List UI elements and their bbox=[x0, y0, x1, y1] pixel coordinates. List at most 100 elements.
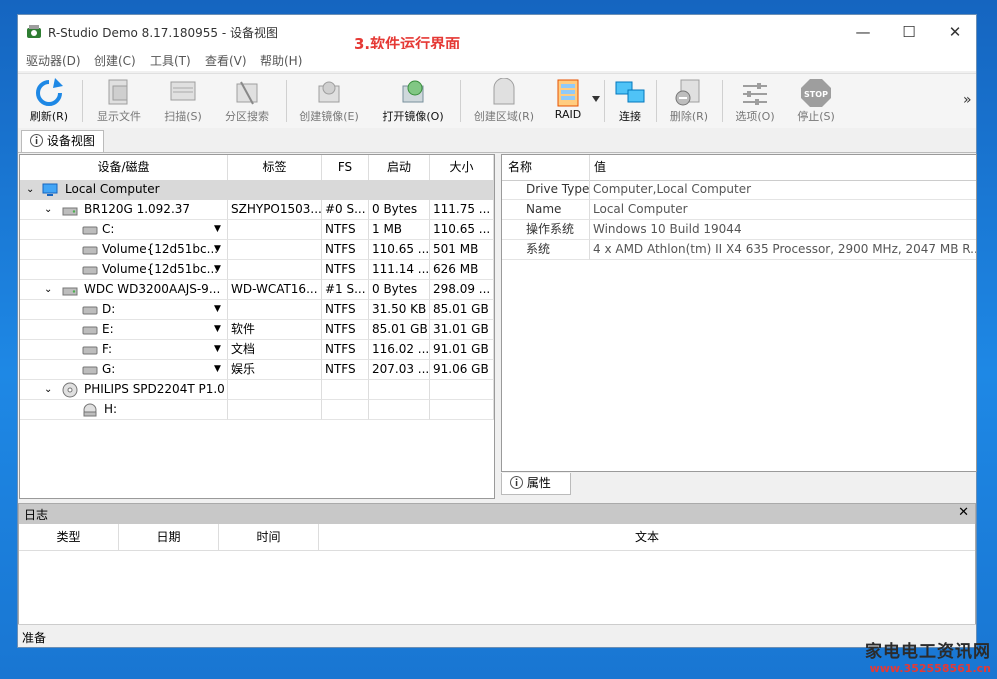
fs-cell: #0 S... bbox=[322, 200, 369, 220]
tab-properties[interactable]: 属性 bbox=[501, 473, 571, 495]
tree-row-volume[interactable]: H: bbox=[20, 400, 494, 420]
tree-row-volume[interactable]: E: ▼ 软件 NTFS 85.01 GB 31.01 GB bbox=[20, 320, 494, 340]
tab-properties-label: 属性 bbox=[526, 476, 551, 490]
menu-help[interactable]: 帮助(H) bbox=[260, 52, 302, 69]
col-log-text[interactable]: 文本 bbox=[319, 524, 975, 550]
fs-cell bbox=[322, 400, 369, 420]
property-row[interactable]: 系统 4 x AMD Athlon(tm) II X4 635 Processo… bbox=[502, 240, 976, 260]
device-name: C: bbox=[102, 222, 115, 236]
label-cell: 软件 bbox=[228, 320, 322, 340]
scan-label: 扫描(S) bbox=[164, 110, 202, 123]
collapse-chevron-icon[interactable]: ⌄ bbox=[44, 280, 52, 299]
device-name: H: bbox=[104, 402, 118, 416]
log-close-button[interactable]: ✕ bbox=[958, 505, 969, 520]
optical-drive-icon bbox=[83, 403, 97, 417]
title-bar[interactable]: R-Studio Demo 8.17.180955 - 设备视图 3.软件运行界… bbox=[18, 15, 978, 53]
col-prop-value[interactable]: 值 bbox=[590, 155, 976, 180]
property-row[interactable]: 操作系统 Windows 10 Build 19044 bbox=[502, 220, 976, 240]
options-label: 选项(O) bbox=[735, 110, 775, 123]
size-cell: 626 MB bbox=[430, 260, 494, 280]
minimize-button[interactable]: — bbox=[840, 15, 886, 49]
refresh-button[interactable]: 刷新(R) bbox=[24, 76, 74, 126]
hard-disk-icon bbox=[62, 287, 78, 296]
raid-dropdown-icon[interactable] bbox=[592, 96, 600, 102]
tree-row-volume[interactable]: D: ▼ NTFS 31.50 KB 85.01 GB bbox=[20, 300, 494, 320]
row-dropdown-icon[interactable]: ▼ bbox=[214, 300, 221, 319]
log-grid-header: 类型 日期 时间 文本 bbox=[19, 524, 975, 551]
delete-label: 删除(R) bbox=[669, 110, 709, 123]
connect-button[interactable]: 连接 bbox=[610, 76, 650, 126]
tree-row-disk[interactable]: ⌄ PHILIPS SPD2204T P1.0 bbox=[20, 380, 494, 400]
menu-drives[interactable]: 驱动器(D) bbox=[26, 52, 81, 69]
col-label[interactable]: 标签 bbox=[228, 155, 322, 180]
scan-button[interactable]: 扫描(S) bbox=[156, 76, 210, 126]
collapse-chevron-icon[interactable]: ⌄ bbox=[26, 180, 34, 199]
tree-row-volume[interactable]: G: ▼ 娱乐 NTFS 207.03 ... 91.06 GB bbox=[20, 360, 494, 380]
property-row[interactable]: Drive Type Computer,Local Computer bbox=[502, 180, 976, 200]
row-dropdown-icon[interactable]: ▼ bbox=[214, 240, 221, 259]
tree-row-disk[interactable]: ⌄ WDC WD3200AAJS-9... WD-WCAT16... #1 S.… bbox=[20, 280, 494, 300]
property-value: Computer,Local Computer bbox=[590, 180, 976, 200]
row-dropdown-icon[interactable]: ▼ bbox=[214, 260, 221, 279]
view-tabstrip: 设备视图 bbox=[18, 128, 976, 153]
fs-cell: NTFS bbox=[322, 300, 369, 320]
col-log-time[interactable]: 时间 bbox=[219, 524, 319, 550]
device-name: Volume{12d51bc... bbox=[102, 262, 219, 276]
row-dropdown-icon[interactable]: ▼ bbox=[214, 320, 221, 339]
stop-button[interactable]: STOP 停止(S) bbox=[790, 76, 842, 126]
open-image-button[interactable]: 打开镜像(O) bbox=[376, 76, 450, 126]
create-region-button[interactable]: 创建区域(R) bbox=[468, 76, 540, 126]
size-cell: 31.01 GB bbox=[430, 320, 494, 340]
col-prop-name[interactable]: 名称 bbox=[502, 155, 590, 180]
drive-icon bbox=[82, 366, 98, 375]
col-log-date[interactable]: 日期 bbox=[119, 524, 219, 550]
label-cell bbox=[228, 300, 322, 320]
fs-cell: #1 S... bbox=[322, 280, 369, 300]
col-fs[interactable]: FS bbox=[322, 155, 369, 180]
raid-button[interactable]: RAID bbox=[548, 76, 588, 126]
collapse-chevron-icon[interactable]: ⌄ bbox=[44, 380, 52, 399]
toolbar-separator bbox=[460, 80, 461, 122]
size-cell: 501 MB bbox=[430, 240, 494, 260]
show-files-button[interactable]: 显示文件 bbox=[90, 76, 148, 126]
size-cell: 91.01 GB bbox=[430, 340, 494, 360]
row-dropdown-icon[interactable]: ▼ bbox=[214, 340, 221, 359]
partition-search-button[interactable]: 分区搜索 bbox=[216, 76, 278, 126]
tree-row-volume[interactable]: F: ▼ 文档 NTFS 116.02 ... 91.01 GB bbox=[20, 340, 494, 360]
collapse-chevron-icon[interactable]: ⌄ bbox=[44, 200, 52, 219]
row-dropdown-icon[interactable]: ▼ bbox=[214, 360, 221, 379]
options-button[interactable]: 选项(O) bbox=[728, 76, 782, 126]
tree-row-volume[interactable]: Volume{12d51bc... ▼ NTFS 111.14 ... 626 … bbox=[20, 260, 494, 280]
menu-create[interactable]: 创建(C) bbox=[94, 52, 136, 69]
create-image-button[interactable]: 创建镜像(E) bbox=[292, 76, 366, 126]
create-region-icon bbox=[493, 78, 515, 105]
col-size[interactable]: 大小 bbox=[430, 155, 494, 180]
tree-row-volume[interactable]: Volume{12d51bc... ▼ NTFS 110.65 ... 501 … bbox=[20, 240, 494, 260]
tab-device-view[interactable]: 设备视图 bbox=[21, 130, 104, 152]
menu-tools[interactable]: 工具(T) bbox=[150, 52, 191, 69]
close-button[interactable]: ✕ bbox=[932, 15, 978, 49]
tree-row-local-computer[interactable]: ⌄ Local Computer bbox=[20, 180, 494, 200]
menu-view[interactable]: 查看(V) bbox=[205, 52, 247, 69]
delete-button[interactable]: 删除(R) bbox=[662, 76, 716, 126]
row-dropdown-icon[interactable]: ▼ bbox=[214, 220, 221, 239]
start-cell: 116.02 ... bbox=[369, 340, 430, 360]
start-cell bbox=[369, 380, 430, 400]
options-icon bbox=[743, 83, 767, 105]
drive-icon bbox=[82, 346, 98, 355]
tree-row-volume[interactable]: C: ▼ NTFS 1 MB 110.65 ... bbox=[20, 220, 494, 240]
property-row[interactable]: Name Local Computer bbox=[502, 200, 976, 220]
show-files-icon bbox=[108, 79, 128, 105]
tree-row-disk[interactable]: ⌄ BR120G 1.092.37 SZHYPO1503... #0 S... … bbox=[20, 200, 494, 220]
col-start[interactable]: 启动 bbox=[369, 155, 430, 180]
toolbar-separator bbox=[604, 80, 605, 122]
col-device[interactable]: 设备/磁盘 bbox=[20, 155, 228, 180]
toolbar-overflow-button[interactable]: » bbox=[963, 92, 972, 108]
window-title: R-Studio Demo 8.17.180955 - 设备视图 bbox=[48, 26, 278, 40]
maximize-button[interactable]: ☐ bbox=[886, 15, 932, 49]
create-image-icon bbox=[318, 81, 340, 103]
device-name: D: bbox=[102, 302, 116, 316]
label-cell bbox=[228, 260, 322, 280]
col-log-type[interactable]: 类型 bbox=[19, 524, 119, 550]
start-cell: 110.65 ... bbox=[369, 240, 430, 260]
